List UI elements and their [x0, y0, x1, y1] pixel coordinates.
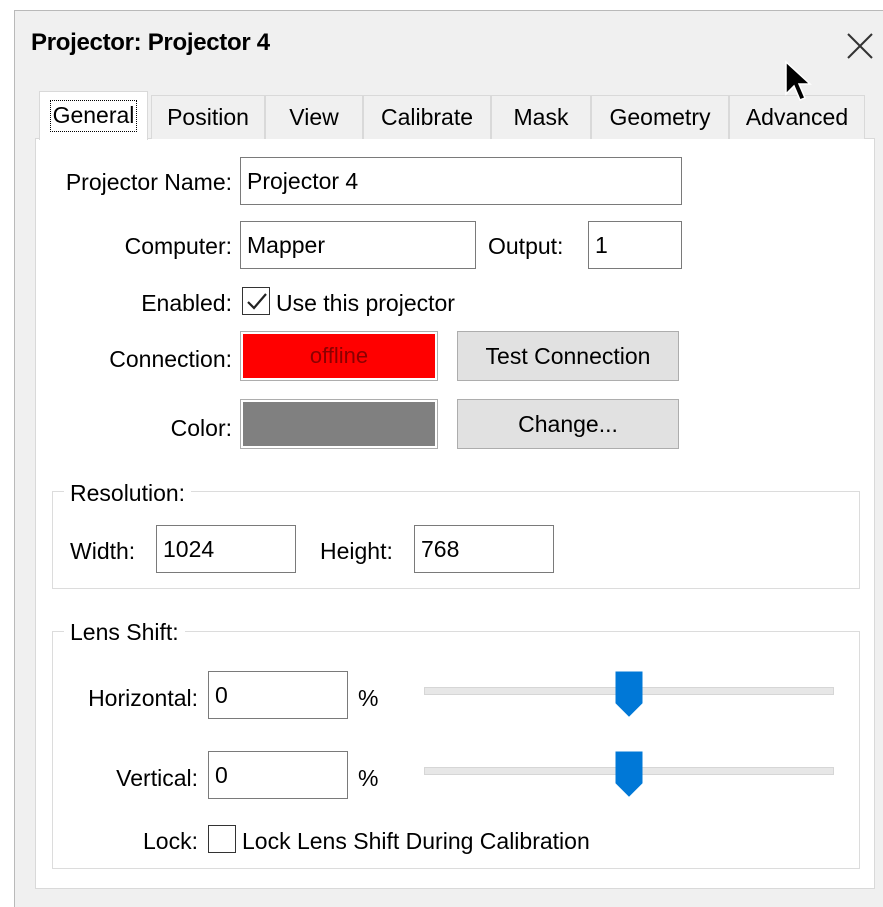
- color-label: Color:: [170, 415, 232, 441]
- general-panel: Projector Name: Projector 4 Computer: Ma…: [35, 139, 875, 889]
- height-label: Height:: [320, 538, 393, 564]
- vertical-label: Vertical:: [116, 765, 198, 791]
- width-label: Width:: [70, 538, 136, 564]
- tab-general[interactable]: General: [39, 91, 148, 140]
- computer-field[interactable]: Mapper: [240, 221, 476, 269]
- connection-status-text: offline: [309, 343, 369, 368]
- projector-color-swatch[interactable]: [240, 399, 438, 449]
- height-field[interactable]: 768: [414, 525, 554, 573]
- tab-geometry-label: Geometry: [609, 104, 711, 130]
- tab-advanced-label: Advanced: [745, 104, 849, 130]
- lock-label: Lock:: [143, 828, 198, 854]
- mouse-pointer-icon: [785, 60, 812, 101]
- tab-view[interactable]: View: [265, 95, 363, 139]
- horizontal-slider[interactable]: [424, 671, 834, 717]
- tab-mask[interactable]: Mask: [491, 95, 591, 139]
- enabled-checkbox[interactable]: [242, 287, 270, 315]
- tab-geometry[interactable]: Geometry: [591, 95, 729, 139]
- vertical-field[interactable]: 0: [208, 751, 348, 799]
- computer-label: Computer:: [124, 233, 232, 259]
- tab-calibrate[interactable]: Calibrate: [363, 95, 491, 139]
- projector-dialog: Projector: Projector 4 General Position …: [14, 10, 883, 907]
- lock-lens-shift-label[interactable]: Lock Lens Shift During Calibration: [242, 828, 590, 855]
- close-icon[interactable]: [843, 29, 877, 63]
- horizontal-label: Horizontal:: [88, 685, 198, 711]
- tab-position-label: Position: [167, 104, 249, 130]
- output-label: Output:: [488, 233, 564, 259]
- tab-view-label: View: [289, 104, 339, 130]
- projector-name-field[interactable]: Projector 4: [240, 157, 682, 205]
- connection-status-indicator: offline: [240, 331, 438, 381]
- checkmark-icon: [247, 293, 267, 310]
- vertical-slider-thumb[interactable]: [615, 751, 643, 797]
- vertical-unit: %: [358, 765, 379, 791]
- tab-calibrate-label: Calibrate: [380, 104, 474, 130]
- lens-shift-group-title: Lens Shift:: [64, 619, 185, 646]
- horizontal-field[interactable]: 0: [208, 671, 348, 719]
- tab-general-label: General: [49, 100, 138, 132]
- vertical-slider[interactable]: [424, 751, 834, 797]
- test-connection-button[interactable]: Test Connection: [457, 331, 679, 381]
- width-field[interactable]: 1024: [156, 525, 296, 573]
- horizontal-slider-thumb[interactable]: [615, 671, 643, 717]
- title-bar[interactable]: Projector: Projector 4: [15, 11, 883, 81]
- lock-lens-shift-checkbox[interactable]: [208, 825, 236, 853]
- enabled-label: Enabled:: [141, 290, 232, 316]
- tab-position[interactable]: Position: [151, 95, 265, 139]
- change-color-button[interactable]: Change...: [457, 399, 679, 449]
- projector-name-label: Projector Name:: [65, 169, 232, 195]
- resolution-group-title: Resolution:: [64, 480, 192, 507]
- enabled-checkbox-label[interactable]: Use this projector: [276, 290, 455, 317]
- tab-mask-label: Mask: [513, 104, 569, 130]
- horizontal-unit: %: [358, 685, 379, 711]
- output-field[interactable]: 1: [588, 221, 682, 269]
- window-title: Projector: Projector 4: [31, 29, 270, 56]
- projector-color-fill: [243, 402, 435, 446]
- connection-label: Connection:: [109, 346, 232, 372]
- tab-bar: General Position View Calibrate Mask Geo…: [35, 91, 875, 140]
